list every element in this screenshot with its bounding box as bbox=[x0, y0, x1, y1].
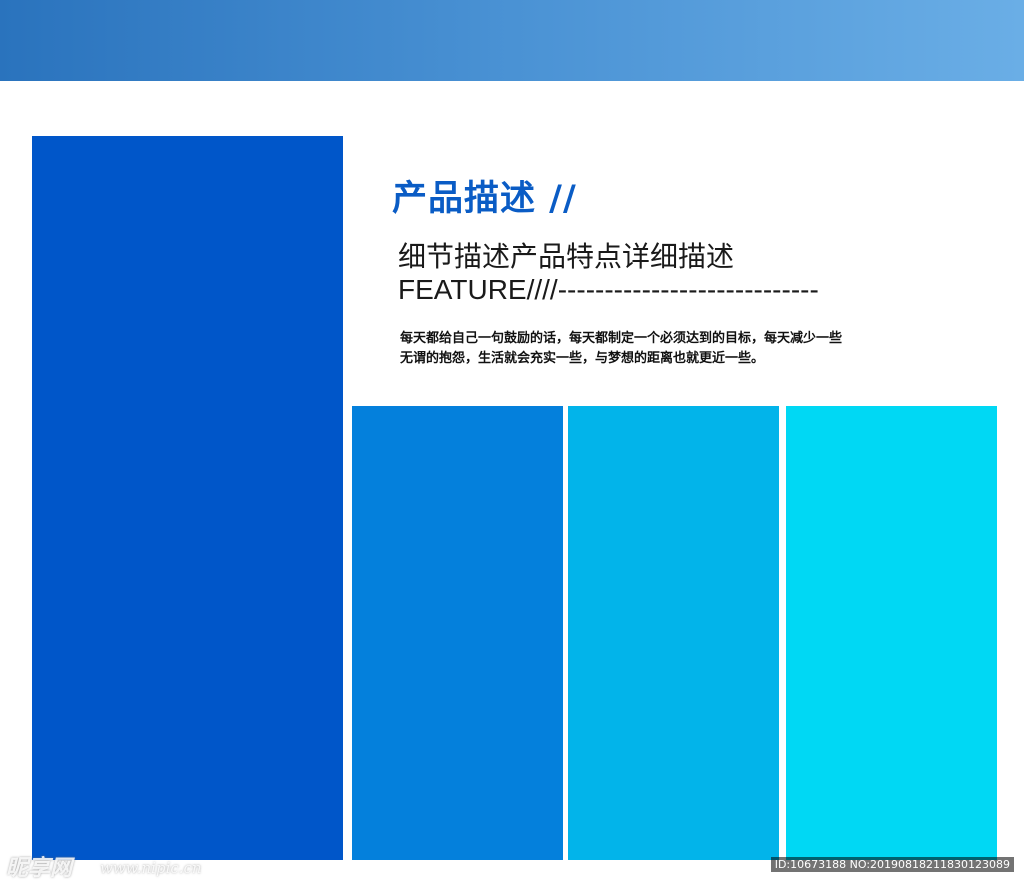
section-title: 产品描述 // bbox=[392, 179, 577, 219]
watermark-logo: 昵享网 bbox=[6, 856, 73, 881]
watermark-id: ID:10673188 NO:20190818211830123089 bbox=[770, 857, 1014, 872]
description-line-2: 无谓的抱怨，生活就会充实一些，与梦想的距离也就更近一些。 bbox=[400, 351, 765, 366]
large-blue-panel bbox=[32, 136, 343, 860]
feature-line: FEATURE////---------------------------- bbox=[398, 274, 819, 305]
blue-panel-1 bbox=[352, 406, 563, 860]
description-text: 每天都给自己一句鼓励的话，每天都制定一个必须达到的目标，每天减少一些 无谓的抱怨… bbox=[400, 329, 960, 369]
subtitle: 细节描述产品特点详细描述 bbox=[398, 240, 735, 273]
blue-panel-3 bbox=[786, 406, 997, 860]
watermark-url: www.nipic.cn bbox=[100, 859, 202, 877]
description-line-1: 每天都给自己一句鼓励的话，每天都制定一个必须达到的目标，每天减少一些 bbox=[400, 331, 843, 346]
top-banner bbox=[0, 0, 1024, 81]
blue-panel-2 bbox=[568, 406, 779, 860]
